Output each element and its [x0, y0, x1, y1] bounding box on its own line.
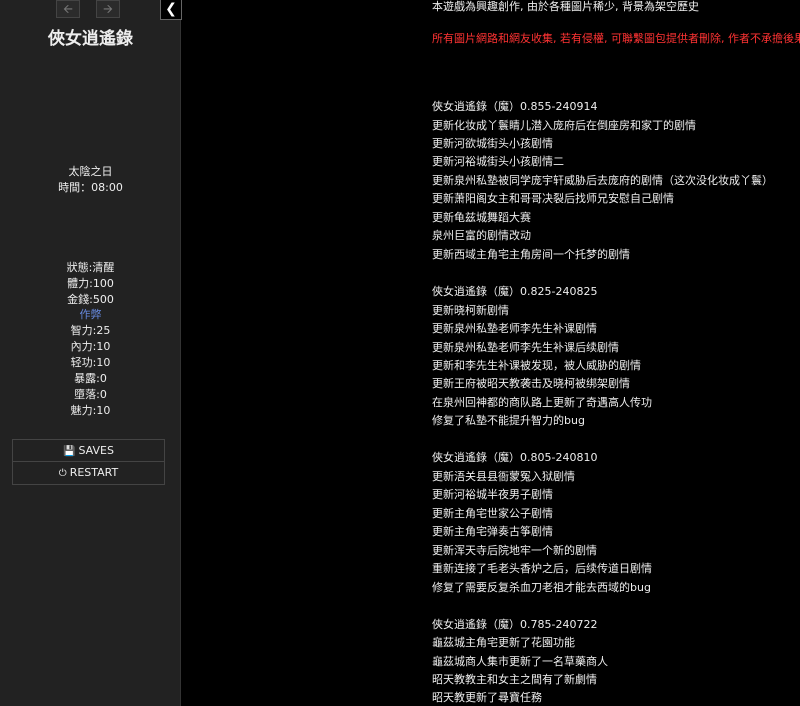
saves-label: SAVES	[78, 444, 114, 457]
changelog-line: 龜茲城主角宅更新了花園功能	[432, 636, 575, 649]
exposure-stat: 暴露:0	[74, 372, 107, 385]
inner-power-stat: 內力:10	[70, 340, 111, 353]
time-label: 時間：08:00	[58, 181, 123, 194]
changelog-line: 更新萧阳阁女主和哥哥决裂后找师兄安慰自己剧情	[432, 192, 674, 205]
changelog-line: 更新河裕城街头小孩剧情二	[432, 155, 564, 168]
power-icon: ⏻	[58, 468, 67, 479]
intelligence-stat: 智力:25	[70, 324, 111, 337]
changelog-line: 更新龟兹城舞蹈大赛	[432, 211, 531, 224]
qinggong-stat: 轻功:10	[70, 356, 111, 369]
degeneracy-stat: 墮落:0	[74, 388, 107, 401]
changelog-line: 更新和李先生补课被发现，被人威胁的剧情	[432, 359, 641, 372]
changelog-line: 更新河欲城街头小孩剧情	[432, 137, 553, 150]
period-label: 太陰之日	[68, 165, 113, 178]
changelog-line: 更新河裕城半夜男子剧情	[432, 488, 553, 501]
changelog-line: 重新连接了毛老头香炉之后，后续传道日剧情	[432, 562, 652, 575]
changelog-line: 龜茲城商人集市更新了一名草藥商人	[432, 655, 608, 668]
history-back-button[interactable]: 🡨	[56, 0, 80, 18]
cheat-link-label[interactable]: 作弊	[80, 308, 102, 321]
changelog-line: 昭天教更新了尋寶任務	[432, 691, 542, 704]
cheat-link[interactable]: 作弊	[0, 307, 181, 323]
copyright-warning: 所有圖片網路和網友收集, 若有侵權, 可聯繫圖包提供者刪除, 作者不承擔後果	[432, 32, 800, 45]
changelog-line: 更新浑天寺后院地牢一个新的剧情	[432, 544, 597, 557]
changelog-line: 更新晓柯新剧情	[432, 304, 509, 317]
stamina-stat: 體力:100	[67, 277, 114, 290]
changelog-line: 修复了需要反复杀血刀老祖才能去西域的bug	[432, 581, 651, 594]
changelog-line: 更新主角宅世家公子剧情	[432, 507, 553, 520]
arrow-right-icon: 🡪	[103, 2, 113, 16]
changelog-line: 更新化妆成丫鬟睛儿潜入庞府后在倒座房和家丁的剧情	[432, 119, 696, 132]
changelog-line: 更新泉州私塾老师李先生补课后续剧情	[432, 341, 619, 354]
sidebar: 🡨 🡪 ❮ 俠女逍遙錄 太陰之日 時間：08:00 狀態:清醒 體力:100 金…	[0, 0, 182, 706]
changelog-line: 更新浯关县县衙蒙冤入狱剧情	[432, 470, 575, 483]
saves-button[interactable]: 💾 SAVES	[12, 439, 165, 462]
intro-text: 本遊戲為興趣創作, 由於各種圖片稀少, 背景為架空歷史	[432, 0, 699, 13]
changelog-line: 俠女逍遙錄（魔）0.805-240810	[432, 451, 598, 464]
changelog-line: 更新西域主角宅主角房间一个托梦的剧情	[432, 248, 630, 261]
changelog-line: 更新主角宅弹奏古筝剧情	[432, 525, 553, 538]
changelog-line: 昭天教教主和女主之間有了新劇情	[432, 673, 597, 686]
story-title: 俠女逍遙錄	[48, 29, 133, 49]
money-stat: 金錢:500	[67, 293, 114, 306]
changelog-line: 更新泉州私塾老师李先生补课剧情	[432, 322, 597, 335]
changelog-line: 修复了私塾不能提升智力的bug	[432, 414, 585, 427]
changelog-line: 更新王府被昭天教袭击及晓柯被绑架剧情	[432, 377, 630, 390]
changelog-line: 泉州巨富的剧情改动	[432, 229, 531, 242]
status-stat: 狀態:清醒	[66, 261, 115, 274]
changelog-line: 俠女逍遙錄（魔）0.855-240914	[432, 100, 598, 113]
sidebar-toggle-button[interactable]: ❮	[160, 0, 182, 20]
charm-stat: 魅力:10	[70, 404, 111, 417]
changelog-line: 俠女逍遙錄（魔）0.785-240722	[432, 618, 598, 631]
history-forward-button[interactable]: 🡪	[96, 0, 120, 18]
restart-button[interactable]: ⏻ RESTART	[12, 462, 165, 485]
changelog-line: 更新泉州私塾被同学庞宇轩威胁后去庞府的剧情（这次没化妆成丫鬟）	[432, 174, 773, 187]
restart-label: RESTART	[69, 466, 119, 479]
floppy-disk-icon: 💾	[63, 446, 76, 457]
changelog-line: 俠女逍遙錄（魔）0.825-240825	[432, 285, 598, 298]
changelog-line: 在泉州回神都的商队路上更新了奇遇高人传功	[432, 396, 652, 409]
chevron-left-icon: ❮	[165, 1, 177, 17]
arrow-left-icon: 🡨	[63, 2, 73, 16]
